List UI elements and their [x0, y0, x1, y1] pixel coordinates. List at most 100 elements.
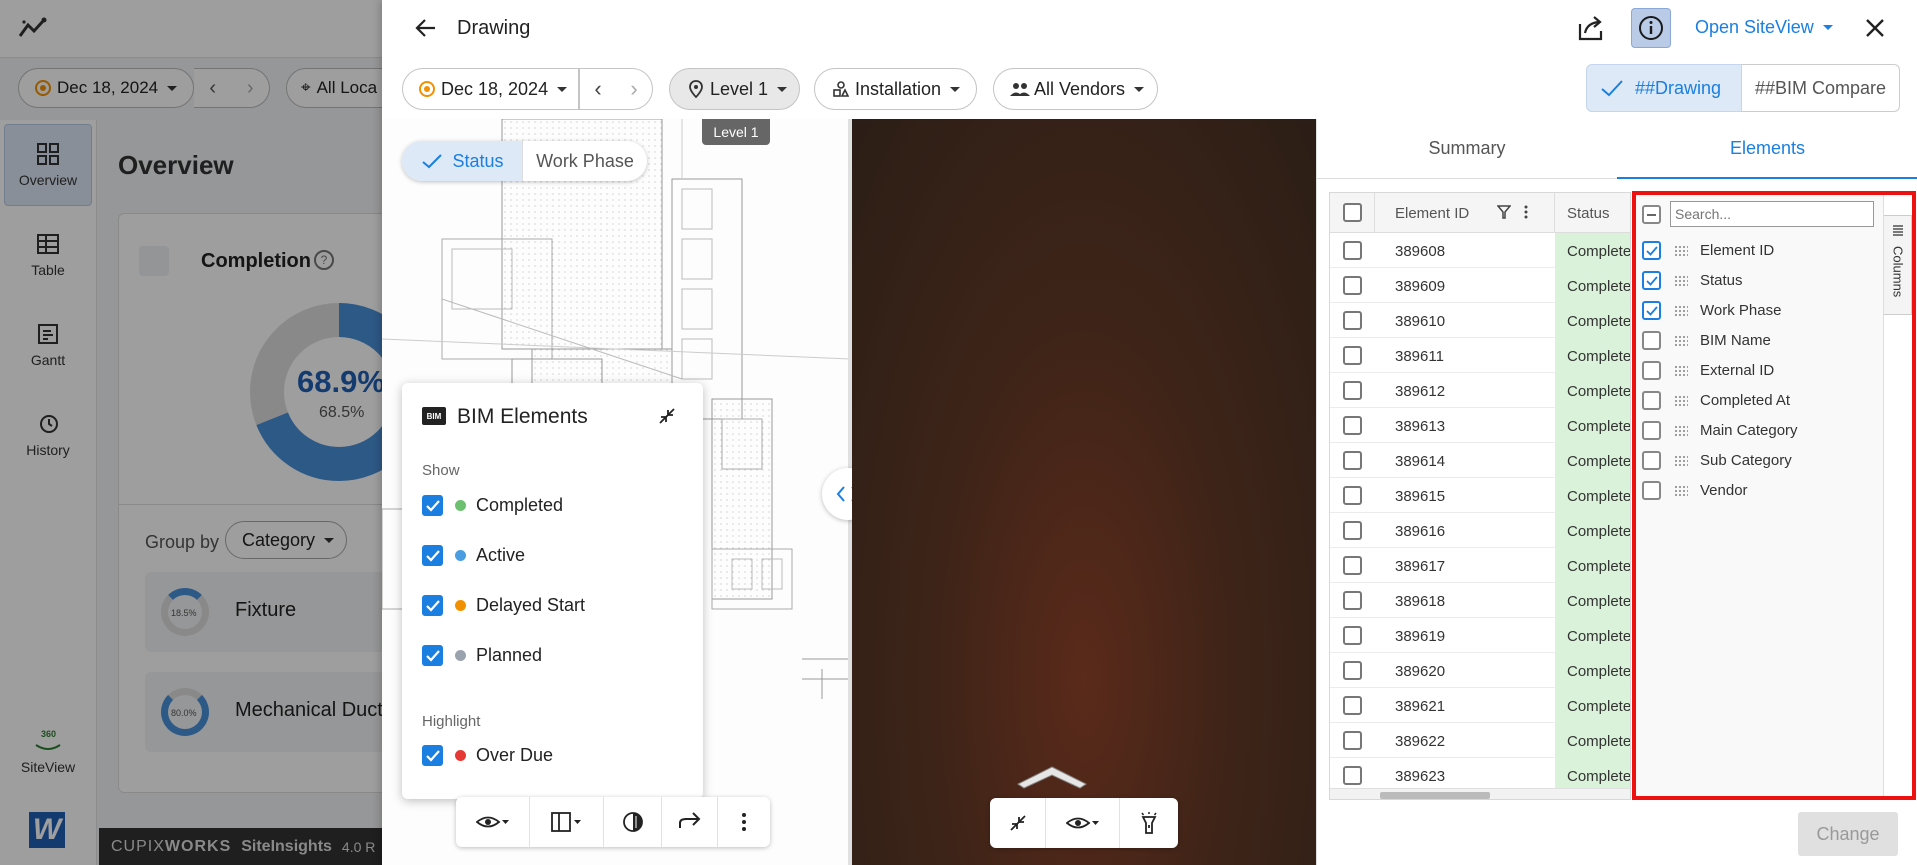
horizontal-scrollbar[interactable] — [1330, 788, 1630, 799]
table-row[interactable]: 389616 Completed — [1330, 513, 1630, 548]
column-option[interactable]: Completed At — [1642, 391, 1790, 410]
row-checkbox[interactable] — [1343, 661, 1362, 680]
checkbox-unchecked[interactable] — [1642, 451, 1661, 470]
table-row[interactable]: 389622 Completed — [1330, 723, 1630, 758]
view-drawing-toggle[interactable]: ##Drawing — [1586, 64, 1742, 112]
view-bim-compare-toggle[interactable]: ##BIM Compare — [1742, 64, 1900, 112]
prev-date-icon[interactable]: ‹ — [594, 76, 601, 102]
drag-handle-icon[interactable] — [1674, 484, 1688, 497]
row-checkbox[interactable] — [1343, 696, 1362, 715]
table-row[interactable]: 389613 Completed — [1330, 408, 1630, 443]
table-row[interactable]: 389612 Completed — [1330, 373, 1630, 408]
row-checkbox[interactable] — [1343, 381, 1362, 400]
column-option[interactable]: Sub Category — [1642, 451, 1792, 470]
visibility-menu-button[interactable] — [456, 797, 530, 847]
panorama-view[interactable] — [852, 119, 1316, 865]
drag-handle-icon[interactable] — [1674, 394, 1688, 407]
checkbox-unchecked[interactable] — [1642, 481, 1661, 500]
toggle-all-columns-checkbox[interactable] — [1642, 205, 1661, 224]
show-delayed-start-row[interactable]: Delayed Start — [422, 595, 585, 616]
table-row[interactable]: 389620 Completed — [1330, 653, 1630, 688]
checkbox-checked[interactable] — [422, 495, 443, 516]
column-option[interactable]: External ID — [1642, 361, 1774, 380]
highlight-over-due-row[interactable]: Over Due — [422, 745, 553, 766]
columns-side-tab[interactable]: Columns — [1884, 215, 1912, 315]
table-row[interactable]: 389618 Completed — [1330, 583, 1630, 618]
row-checkbox[interactable] — [1343, 486, 1362, 505]
columns-search-input[interactable] — [1670, 201, 1874, 227]
panorama-visibility-button[interactable] — [1046, 798, 1120, 848]
table-row[interactable]: 389610 Completed — [1330, 303, 1630, 338]
date-picker[interactable]: Dec 18, 2024 — [402, 68, 579, 110]
show-planned-row[interactable]: Planned — [422, 645, 542, 666]
tab-summary[interactable]: Summary — [1317, 119, 1617, 179]
show-completed-row[interactable]: Completed — [422, 495, 563, 516]
table-row[interactable]: 389608 Completed — [1330, 233, 1630, 268]
checkbox-unchecked[interactable] — [1642, 391, 1661, 410]
row-checkbox[interactable] — [1343, 416, 1362, 435]
drag-handle-icon[interactable] — [1674, 274, 1688, 287]
column-header-element-id[interactable]: Element ID — [1395, 205, 1469, 222]
row-checkbox[interactable] — [1343, 731, 1362, 750]
mode-work-phase-button[interactable]: Work Phase — [522, 141, 647, 181]
vendors-select[interactable]: All Vendors — [993, 68, 1158, 110]
drag-handle-icon[interactable] — [1674, 334, 1688, 347]
column-option[interactable]: Element ID — [1642, 241, 1774, 260]
drag-handle-icon[interactable] — [1674, 424, 1688, 437]
column-header-status[interactable]: Status — [1567, 205, 1610, 222]
mode-status-button[interactable]: Status — [402, 141, 522, 181]
column-menu-icon[interactable] — [1524, 205, 1528, 219]
checkbox-checked[interactable] — [422, 645, 443, 666]
drag-handle-icon[interactable] — [1674, 304, 1688, 317]
more-menu-button[interactable] — [718, 797, 770, 847]
back-arrow-icon[interactable] — [414, 16, 438, 40]
contrast-button[interactable] — [604, 797, 662, 847]
checkbox-unchecked[interactable] — [1642, 361, 1661, 380]
share-icon[interactable] — [1577, 14, 1605, 42]
drag-handle-icon[interactable] — [1674, 244, 1688, 257]
table-row[interactable]: 389611 Completed — [1330, 338, 1630, 373]
scrollbar-thumb[interactable] — [1380, 792, 1490, 799]
row-checkbox[interactable] — [1343, 451, 1362, 470]
redo-button[interactable] — [662, 797, 718, 847]
close-icon[interactable] — [1864, 17, 1886, 39]
change-button[interactable]: Change — [1798, 812, 1898, 856]
row-checkbox[interactable] — [1343, 241, 1362, 260]
checkbox-checked[interactable] — [1642, 301, 1661, 320]
drag-handle-icon[interactable] — [1674, 454, 1688, 467]
row-checkbox[interactable] — [1343, 276, 1362, 295]
row-checkbox[interactable] — [1343, 766, 1362, 785]
level-select[interactable]: Level 1 — [669, 68, 800, 110]
column-option[interactable]: Work Phase — [1642, 301, 1781, 320]
table-row[interactable]: 389617 Completed — [1330, 548, 1630, 583]
column-option[interactable]: BIM Name — [1642, 331, 1771, 350]
show-active-row[interactable]: Active — [422, 545, 525, 566]
checkbox-checked[interactable] — [422, 595, 443, 616]
row-checkbox[interactable] — [1343, 521, 1362, 540]
select-all-checkbox[interactable] — [1343, 203, 1362, 222]
tab-elements[interactable]: Elements — [1617, 119, 1917, 179]
table-row[interactable]: 389614 Completed — [1330, 443, 1630, 478]
row-checkbox[interactable] — [1343, 556, 1362, 575]
table-row[interactable]: 389621 Completed — [1330, 688, 1630, 723]
row-checkbox[interactable] — [1343, 311, 1362, 330]
drag-handle-icon[interactable] — [1674, 364, 1688, 377]
table-row[interactable]: 389619 Completed — [1330, 618, 1630, 653]
column-option[interactable]: Main Category — [1642, 421, 1798, 440]
column-option[interactable]: Status — [1642, 271, 1743, 290]
checkbox-checked[interactable] — [1642, 241, 1661, 260]
next-date-icon[interactable]: › — [630, 76, 637, 102]
info-button[interactable] — [1631, 8, 1671, 48]
table-row[interactable]: 389609 Completed — [1330, 268, 1630, 303]
checkbox-unchecked[interactable] — [1642, 421, 1661, 440]
filter-icon[interactable] — [1497, 205, 1511, 219]
column-option[interactable]: Vendor — [1642, 481, 1748, 500]
layout-menu-button[interactable] — [530, 797, 604, 847]
row-checkbox[interactable] — [1343, 626, 1362, 645]
date-nav[interactable]: ‹ › — [579, 68, 653, 110]
flashlight-button[interactable] — [1120, 798, 1178, 848]
checkbox-checked[interactable] — [422, 545, 443, 566]
navigation-up-icon[interactable] — [1016, 764, 1088, 790]
minimize-button[interactable] — [990, 798, 1046, 848]
open-siteview-button[interactable]: Open SiteView — [1695, 17, 1833, 38]
